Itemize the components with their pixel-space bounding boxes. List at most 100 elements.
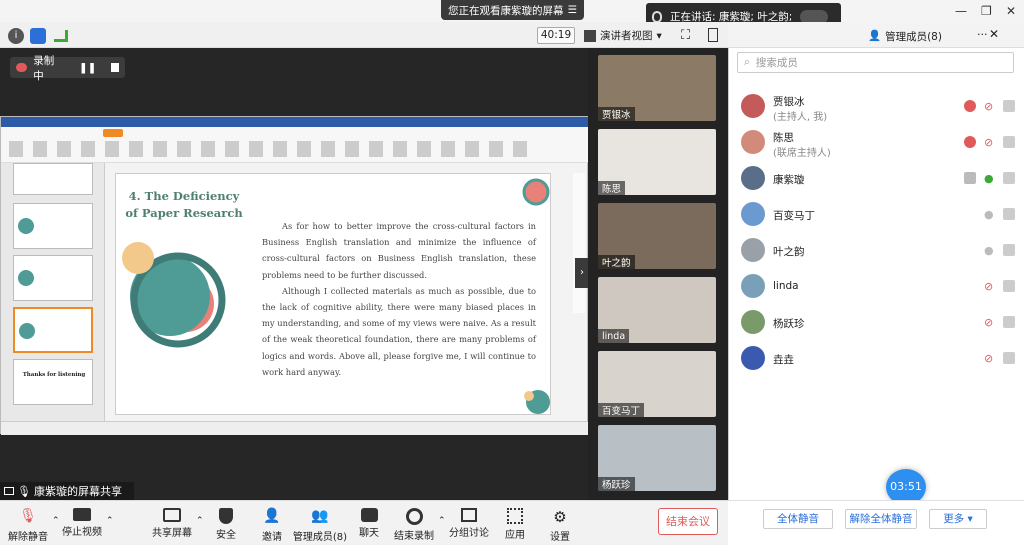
slide-thumbnail[interactable]: Thanks for listening — [13, 359, 93, 405]
chevron-up-icon[interactable]: ⌃ — [438, 516, 446, 526]
members-tab-label: 管理成员(8) — [885, 31, 942, 43]
video-tile[interactable]: 杨跃珍 — [598, 425, 716, 491]
member-list: 贾银冰 (主持人, 我) ⊘ 陈思 (联席主持人) ⊘ 康紫璇 ● 百变马丁 ● — [728, 88, 1024, 378]
viewing-indicator[interactable]: 您正在观看康紫璇的屏幕 ☰ — [441, 0, 584, 20]
manage-members-button[interactable]: 👥 管理成员(8) — [290, 508, 350, 543]
apps-grid-icon — [507, 508, 523, 524]
member-row[interactable]: 杨跃珍 ⊘ — [728, 304, 1024, 340]
stop-record-icon — [405, 508, 423, 525]
end-meeting-button[interactable]: 结束会议 — [658, 508, 718, 535]
camera-icon[interactable] — [1003, 280, 1015, 292]
member-row[interactable]: 贾银冰 (主持人, 我) ⊘ — [728, 88, 1024, 124]
person-icon: 👤 — [868, 30, 882, 42]
mic-muted-icon[interactable]: ⊘ — [984, 136, 996, 149]
avatar — [741, 274, 765, 298]
stop-icon[interactable] — [110, 63, 120, 72]
search-input[interactable]: ⌕ 搜索成员 — [737, 52, 1014, 73]
more-button[interactable]: 更多 ▾ — [929, 509, 987, 529]
camera-icon[interactable] — [1003, 100, 1015, 112]
camera-icon[interactable] — [1003, 352, 1015, 364]
video-tile[interactable]: 叶之韵 — [598, 203, 716, 269]
minimize-icon[interactable]: — — [955, 4, 967, 18]
restore-icon[interactable]: ❐ — [981, 4, 992, 18]
share-screen-button[interactable]: 共享屏幕 — [152, 508, 192, 539]
member-role: (联席主持人) — [773, 148, 831, 159]
slide-thumbnail[interactable] — [13, 203, 93, 249]
slide-thumbnail[interactable] — [13, 255, 93, 301]
mute-all-button[interactable]: 全体静音 — [763, 509, 833, 529]
camera-icon[interactable] — [1003, 136, 1015, 148]
chevron-up-icon[interactable]: ⌃ — [106, 516, 114, 526]
mic-active-icon[interactable]: ● — [984, 172, 996, 185]
mic-icon[interactable]: ● — [984, 208, 996, 221]
chevron-up-icon[interactable]: ⌃ — [196, 516, 204, 526]
grid-icon — [584, 29, 596, 42]
slide-paragraph-2: Although I collected materials as much a… — [262, 285, 536, 377]
shield-icon[interactable] — [30, 28, 46, 44]
tab-members[interactable]: 👤 管理成员(8) — [868, 29, 942, 44]
video-camera-icon — [73, 508, 91, 521]
slide-thumbnail[interactable] — [13, 163, 93, 195]
avatar — [741, 346, 765, 370]
mic-muted-icon[interactable]: ⊘ — [984, 352, 996, 365]
settings-button[interactable]: ⚙ 设置 — [545, 508, 575, 543]
member-row[interactable]: 康紫璇 ● — [728, 160, 1024, 196]
chevron-up-icon[interactable]: ⌃ — [52, 516, 60, 526]
fullscreen-icon[interactable]: ⛶ — [681, 28, 690, 43]
member-row[interactable]: 百变马丁 ● — [728, 196, 1024, 232]
camera-icon[interactable] — [1003, 208, 1015, 220]
slide-corner-deco — [522, 178, 550, 206]
camera-icon[interactable] — [1003, 316, 1015, 328]
video-tile[interactable]: 百变马丁 — [598, 351, 716, 417]
slide-corner-deco — [524, 390, 550, 414]
stop-video-button[interactable]: 停止视频 — [62, 508, 102, 538]
panel-close-icon[interactable]: ✕ — [989, 27, 999, 41]
mic-muted-icon[interactable]: ⊘ — [984, 100, 996, 113]
avatar — [741, 94, 765, 118]
member-row[interactable]: 陈思 (联席主持人) ⊘ — [728, 124, 1024, 160]
security-button[interactable]: 安全 — [210, 508, 242, 541]
ppt-status-bar — [1, 421, 589, 435]
chat-button[interactable]: 聊天 — [354, 508, 384, 539]
avatar — [741, 238, 765, 262]
collapse-strip-button[interactable]: › — [575, 258, 589, 288]
video-name: 贾银冰 — [602, 110, 631, 121]
breakout-button[interactable]: 分组讨论 — [449, 508, 489, 539]
mic-icon[interactable]: ● — [984, 244, 996, 257]
record-icon — [964, 100, 976, 112]
end-recording-button[interactable]: 结束录制 — [394, 508, 434, 542]
mic-muted-icon[interactable]: ⊘ — [984, 316, 996, 329]
avatar — [741, 166, 765, 190]
video-tile[interactable]: linda — [598, 277, 716, 343]
apps-button[interactable]: 应用 — [500, 508, 530, 541]
pause-icon[interactable]: ❚❚ — [79, 62, 97, 74]
invite-button[interactable]: 👤 邀请 — [256, 508, 288, 543]
video-tile[interactable]: 陈思 — [598, 129, 716, 195]
layout-icon[interactable] — [708, 28, 718, 42]
slide-thumbnail-selected[interactable] — [13, 307, 93, 353]
menu-icon[interactable]: ☰ — [568, 4, 577, 16]
video-tile[interactable]: 贾银冰 — [598, 55, 716, 121]
presentation-window: Thanks for listening 4. The Deficiency o… — [0, 116, 589, 435]
unmute-button[interactable]: 🎙 解除静音 — [8, 508, 48, 543]
mic-muted-icon[interactable]: ⊘ — [984, 280, 996, 293]
viewing-text: 您正在观看康紫璇的屏幕 — [448, 4, 564, 17]
member-row[interactable]: 叶之韵 ● — [728, 232, 1024, 268]
end-recording-label: 结束录制 — [394, 531, 434, 542]
more-dots-icon[interactable]: ··· — [977, 28, 988, 41]
camera-icon[interactable] — [1003, 172, 1015, 184]
members-label: 管理成员(8) — [292, 532, 348, 543]
security-label: 安全 — [216, 530, 236, 541]
member-row[interactable]: 垚垚 ⊘ — [728, 340, 1024, 376]
breakout-icon — [461, 508, 477, 522]
view-mode-button[interactable]: 演讲者视图 ▾ — [584, 25, 682, 46]
camera-icon[interactable] — [1003, 244, 1015, 256]
info-icon[interactable]: i — [8, 28, 24, 44]
close-icon[interactable]: ✕ — [1006, 4, 1016, 18]
slide-paragraph-1: As for how to better improve the cross-c… — [262, 221, 536, 280]
video-name: 杨跃珍 — [602, 480, 631, 491]
slide-thumbnails: Thanks for listening — [1, 163, 105, 431]
unmute-all-button[interactable]: 解除全体静音 — [845, 509, 917, 529]
member-row[interactable]: linda ⊘ — [728, 268, 1024, 304]
signal-icon[interactable] — [54, 30, 68, 42]
